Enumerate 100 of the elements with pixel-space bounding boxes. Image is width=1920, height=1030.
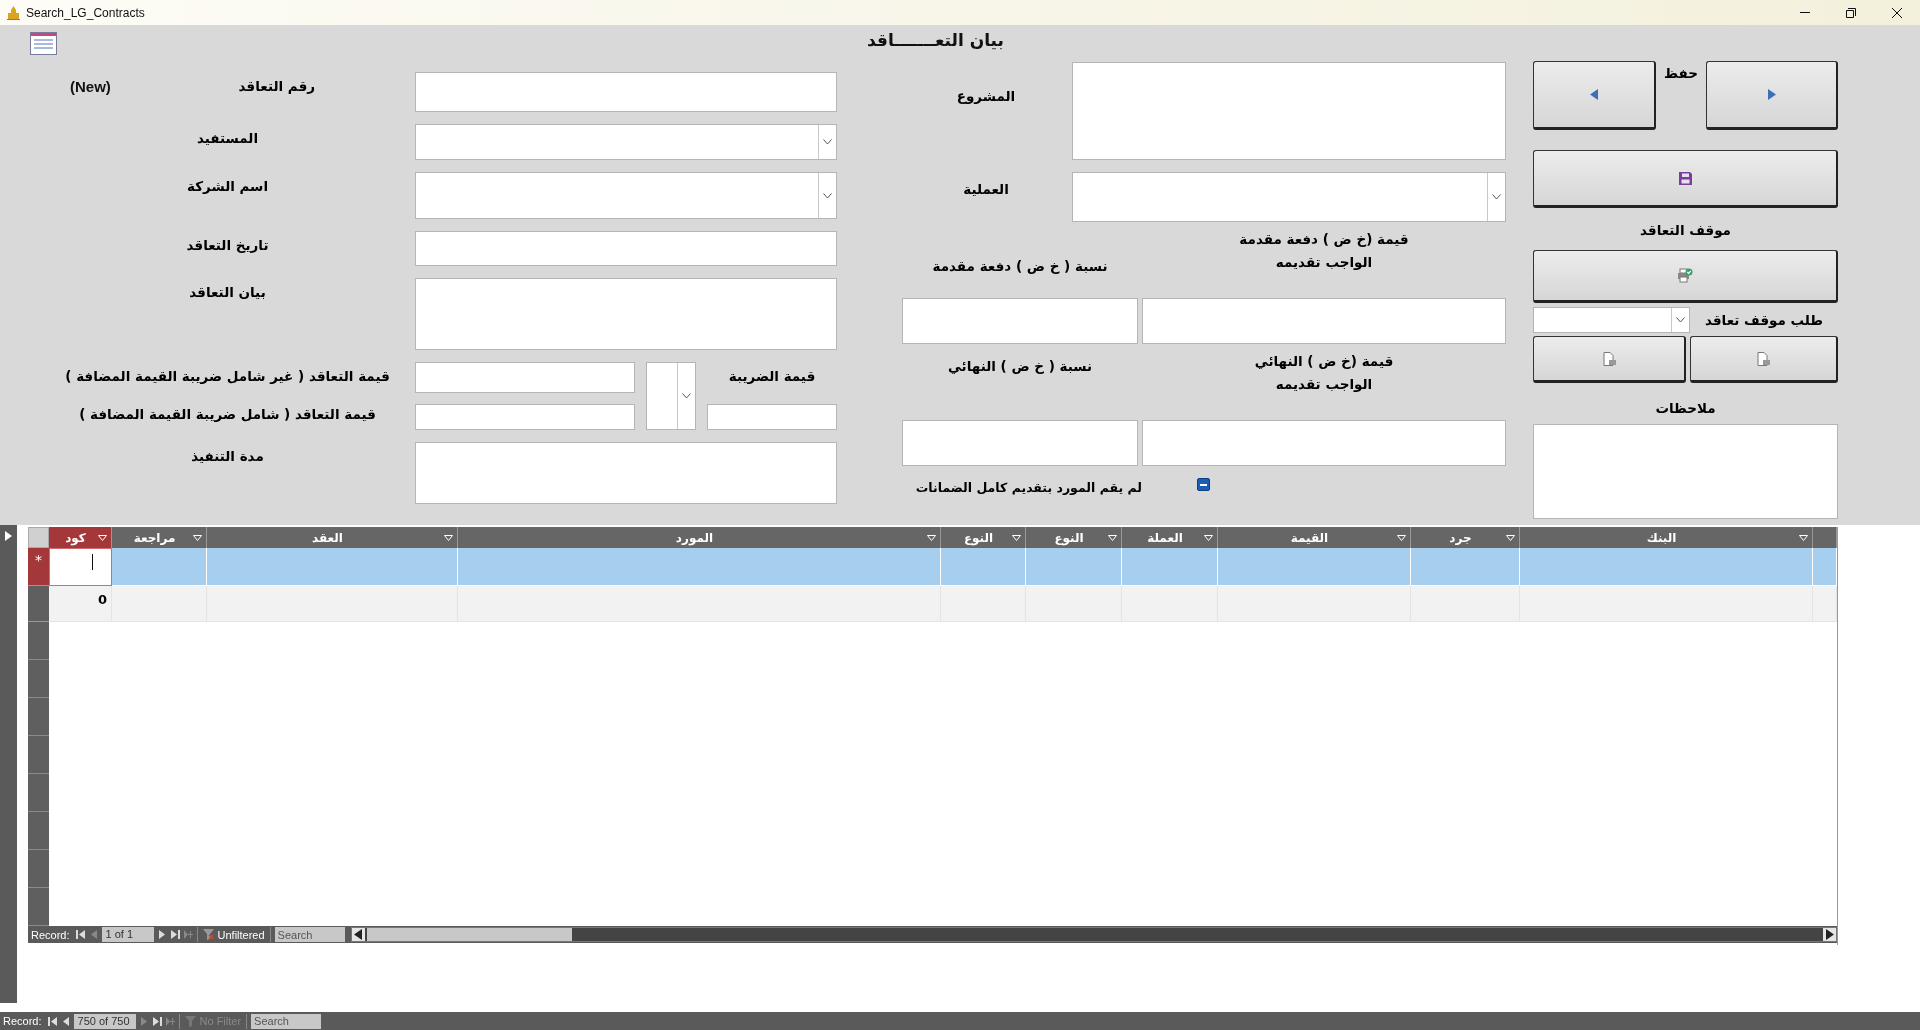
field-label: طلب موقف تعاقد	[1703, 311, 1825, 328]
column-header[interactable]: مراجعة	[112, 527, 207, 548]
table-cell	[1813, 548, 1837, 586]
record-status-label: (New)	[70, 78, 111, 97]
column-header[interactable]: العملة	[1122, 527, 1218, 548]
record-position-field[interactable]: 1 of 1	[101, 927, 154, 942]
record-label: Record:	[31, 928, 70, 941]
dropdown-arrow-icon	[1799, 534, 1808, 541]
input-field[interactable]	[1142, 420, 1506, 466]
dropdown-arrow-icon	[927, 534, 936, 541]
checkbox-label: لم يقم المورد بتقديم كامل الضمانات	[915, 479, 1142, 496]
memo-field[interactable]	[1533, 424, 1838, 519]
dropdown-arrow-icon	[1012, 534, 1021, 541]
printer-check-icon	[1677, 268, 1693, 283]
field-label: قيمة الضريبة	[727, 367, 817, 386]
dropdown-arrow-icon	[1204, 534, 1213, 541]
field-label: مدة التنفيذ	[191, 448, 264, 466]
scroll-left-icon	[353, 929, 363, 940]
right-arrow-icon	[1767, 89, 1776, 100]
document-icon	[1602, 351, 1616, 366]
section-label: ملاحظات	[1654, 400, 1717, 416]
input-field[interactable]	[415, 404, 635, 430]
combo-field[interactable]	[646, 362, 696, 430]
input-field[interactable]	[415, 72, 837, 112]
next-record-icon[interactable]	[157, 930, 167, 939]
last-record-icon[interactable]	[152, 1016, 162, 1026]
field-label: قيمة التعاقد ( غير شامل ضريبة القيمة المضافة )	[64, 367, 391, 386]
filter-icon	[184, 1015, 196, 1027]
column-header[interactable]: العقد	[207, 527, 458, 548]
memo-field[interactable]	[415, 442, 837, 504]
form-title: بيان التعـــــــاقد	[867, 30, 1004, 50]
field-label: نسبة ( خ ض ) النهائي	[946, 357, 1094, 374]
table-cell	[49, 548, 112, 586]
column-header[interactable]: البنك	[1520, 527, 1813, 548]
save-label: حفظ	[1663, 64, 1699, 83]
column-header[interactable]: النوع	[1026, 527, 1122, 548]
combo-field[interactable]	[1072, 172, 1506, 222]
dropdown-arrow-icon	[193, 534, 202, 541]
input-field[interactable]	[902, 420, 1138, 466]
input-field[interactable]	[902, 298, 1138, 344]
column-header[interactable]: المورد	[458, 527, 941, 548]
document-button[interactable]	[1690, 336, 1838, 383]
field-label: نسبة ( خ ض ) دفعة مقدمة	[931, 258, 1109, 276]
field-label: اسم الشركة	[186, 178, 269, 196]
previous-button[interactable]	[1533, 61, 1656, 130]
next-button[interactable]	[1706, 61, 1838, 130]
column-header[interactable]: القيمة	[1218, 527, 1411, 548]
field-label: قيمة (خ ض ) دفعة مقدمة الواجب تقديمه	[1238, 230, 1410, 272]
dropdown-arrow-icon	[98, 534, 107, 541]
dropdown-arrow-icon	[1506, 534, 1515, 541]
input-field[interactable]	[415, 231, 837, 266]
minimize-icon	[1800, 12, 1810, 13]
table-cell	[1813, 586, 1837, 622]
column-header[interactable]: النوع	[941, 527, 1026, 548]
dropdown-arrow-icon	[444, 534, 453, 541]
record-selector[interactable]: *	[28, 548, 49, 586]
field-label: بيان التعاقد	[189, 284, 266, 302]
horizontal-scrollbar[interactable]	[350, 927, 1837, 942]
restore-icon	[1846, 7, 1856, 18]
memo-field[interactable]	[415, 278, 837, 350]
search-field[interactable]: Search	[251, 1013, 322, 1029]
save-icon	[1678, 171, 1692, 185]
select-all-cell[interactable]	[28, 527, 49, 548]
search-field[interactable]: Search	[274, 927, 345, 942]
status-button[interactable]	[1533, 250, 1838, 303]
document-icon	[1757, 351, 1770, 366]
close-icon	[1892, 7, 1902, 18]
input-field[interactable]	[707, 404, 837, 430]
current-record-icon	[5, 531, 12, 541]
dropdown-arrow-icon	[1108, 534, 1117, 541]
field-label: المستفيد	[197, 130, 258, 148]
input-field[interactable]	[415, 362, 635, 393]
left-arrow-icon	[1589, 89, 1599, 100]
document-button[interactable]	[1533, 336, 1686, 383]
combo-field[interactable]	[1533, 306, 1690, 333]
input-field[interactable]	[1142, 298, 1506, 344]
first-record-icon[interactable]	[75, 930, 85, 939]
field-label: قيمة (خ ض ) النهائي الواجب تقديمه	[1253, 352, 1395, 394]
field-label: تاريخ التعاقد	[186, 237, 269, 255]
field-label: المشروع	[955, 87, 1017, 106]
previous-record-icon[interactable]	[60, 1016, 70, 1026]
record-label: Record:	[3, 1015, 42, 1027]
filter-toggle[interactable]: Unfiltered	[196, 927, 271, 942]
last-record-icon[interactable]	[170, 930, 180, 939]
memo-field[interactable]	[1072, 62, 1506, 160]
save-button[interactable]	[1533, 150, 1838, 208]
record-position-field[interactable]: 750 of 750	[73, 1013, 136, 1029]
column-header[interactable]: جرد	[1411, 527, 1520, 548]
dropdown-arrow-icon	[1397, 534, 1406, 541]
field-label: رقم التعاقد	[238, 78, 315, 96]
filter-icon	[202, 929, 214, 940]
combo-field[interactable]	[415, 124, 837, 160]
section-label: موقف التعاقد	[1639, 222, 1732, 238]
first-record-icon[interactable]	[47, 1016, 57, 1026]
record-selector[interactable]	[28, 586, 49, 622]
checkbox[interactable]	[1197, 478, 1210, 491]
app-icon	[7, 5, 20, 20]
field-label: قيمة التعاقد ( شامل ضريبة القيمة المضافة )	[78, 405, 377, 424]
column-header[interactable]: كود	[49, 527, 112, 548]
combo-field[interactable]	[415, 172, 837, 219]
